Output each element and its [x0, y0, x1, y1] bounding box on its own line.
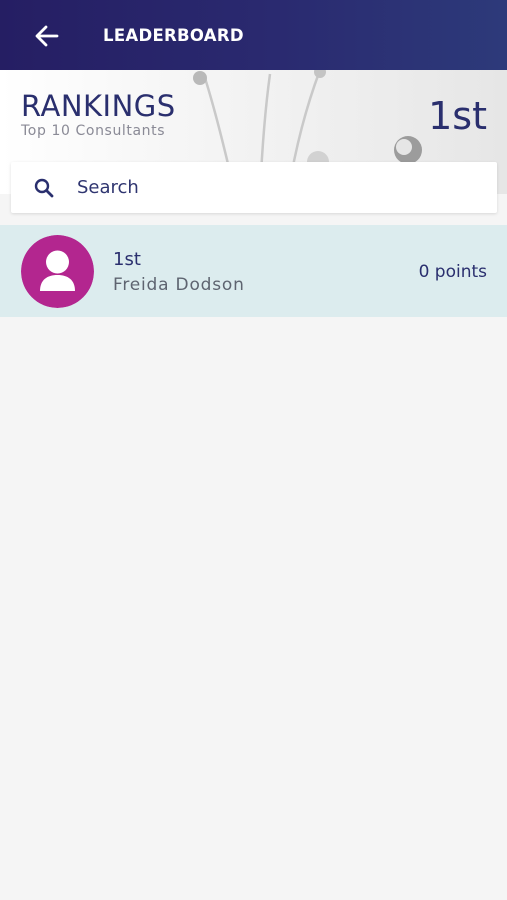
user-silhouette-icon	[21, 235, 94, 308]
search-bar[interactable]	[11, 162, 497, 213]
rankings-title: RANKINGS	[21, 89, 176, 123]
leaderboard-list: 1st Freida Dodson 0 points	[0, 225, 507, 317]
back-button[interactable]	[30, 20, 64, 52]
leaderboard-row[interactable]: 1st Freida Dodson 0 points	[0, 225, 507, 317]
search-input[interactable]	[77, 162, 477, 213]
app-bar: LEADERBOARD	[0, 0, 507, 70]
rankings-subtitle: Top 10 Consultants	[21, 123, 166, 139]
entry-name: Freida Dodson	[113, 275, 245, 295]
app-bar-title: LEADERBOARD	[103, 26, 244, 45]
arrow-left-icon	[35, 25, 59, 47]
current-user-rank: 1st	[428, 94, 487, 138]
entry-points: 0 points	[418, 262, 487, 282]
leaderboard-screen: LEADERBOARD RANKINGS Top 10 Consultants …	[0, 0, 507, 900]
search-icon	[34, 178, 54, 198]
avatar	[21, 235, 94, 308]
entry-rank: 1st	[113, 249, 141, 270]
